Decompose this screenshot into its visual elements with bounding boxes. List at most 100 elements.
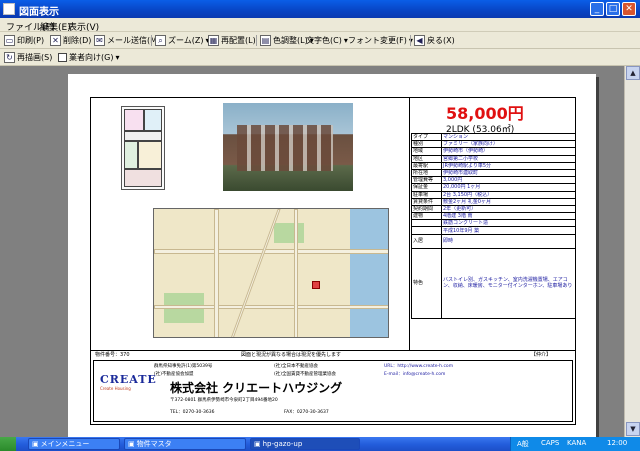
spec-key bbox=[411, 219, 442, 228]
spec-value: 宮郷第二小学校 bbox=[441, 154, 576, 163]
table-row: 保証金 20,000円 1ヶ月 bbox=[411, 183, 576, 192]
association-3: (社)全国賃貸不動産管理業協会 bbox=[274, 372, 337, 377]
disclaimer: 図面と現況が異なる場合は現況を優先します bbox=[241, 352, 342, 358]
license-number: 群馬県知事免許(1)第5039号 bbox=[154, 364, 213, 369]
spec-value: 鉄筋コンクリート造 bbox=[441, 219, 576, 228]
table-row: 平成10年9月 築 bbox=[411, 226, 576, 235]
spec-key: 特色 bbox=[411, 247, 442, 319]
app-icon: ▣ bbox=[32, 440, 39, 448]
spec-key: 入居 bbox=[411, 233, 442, 249]
property-number: 物件番号：370 bbox=[95, 352, 130, 358]
redraw-button[interactable]: ↻ 再描画(S) bbox=[4, 51, 52, 64]
relayout-icon: ▦ bbox=[208, 35, 219, 46]
vertical-scrollbar[interactable]: ▲ ▼ bbox=[624, 66, 640, 437]
task-main-menu[interactable]: ▣ メインメニュー bbox=[28, 438, 120, 450]
app-icon bbox=[3, 3, 15, 15]
clock: 12:00 bbox=[607, 439, 628, 447]
company-email[interactable]: E-mail：info@create-h.com bbox=[384, 371, 445, 377]
ime-indicator[interactable]: A般 bbox=[517, 439, 529, 449]
location-map bbox=[153, 208, 389, 338]
table-row: 賃貸条件 敷金2ヶ月 礼金0ヶ月 bbox=[411, 197, 576, 206]
checkbox-icon[interactable] bbox=[58, 53, 67, 62]
table-row: 契約期間 2年（更新可） bbox=[411, 204, 576, 214]
floor-plan-image bbox=[121, 106, 165, 190]
main-toolbar: ▭印刷(P) ✕削除(D) ✉メール送信(M) ⌕ズーム(Z)▾ ▦再配置(L)… bbox=[0, 32, 640, 49]
company-fax: FAX：0270-30-3637 bbox=[284, 410, 329, 415]
listing-sheet: 58,000円 2LDK (53.06㎡) タイプ マンション 種別 ファミリー（家… bbox=[90, 97, 576, 425]
spec-key: 保証金 bbox=[411, 183, 442, 192]
table-row: 地区 宮郷第二小学校 bbox=[411, 154, 576, 163]
table-row: 建物 4階建 3階 南 bbox=[411, 212, 576, 221]
spec-key: 賃貸条件 bbox=[411, 197, 442, 206]
spec-value: JR伊勢崎駅より車5分 bbox=[441, 161, 576, 170]
toolbar-separator bbox=[410, 35, 411, 46]
property-location-marker bbox=[312, 281, 320, 289]
main-window: 図面表示 _ □ ✕ ファイル(F) 編集(E) 表示(V) ▭ 印刷(P) ✕ 削… bbox=[0, 0, 640, 437]
back-button[interactable]: ◀ 戻る(X) bbox=[414, 34, 455, 47]
back-icon: ◀ bbox=[414, 35, 425, 46]
spec-value: 4階建 3階 南 bbox=[441, 212, 576, 221]
taskbar: ▣ メインメニュー ▣ 物件マスタ ▣ hp-gazo-up A般 CAPS KANA… bbox=[0, 437, 640, 451]
transaction-type: 【仲介】 bbox=[531, 352, 552, 358]
secondary-toolbar: ↻ 再描画(S) 業者向け(G) ▾ bbox=[0, 49, 640, 66]
relayout-button[interactable]: ▦ 再配置(L) bbox=[208, 34, 256, 47]
table-row: 所在地 伊勢崎市連取町 bbox=[411, 168, 576, 178]
spec-key: 地域 bbox=[411, 147, 442, 156]
start-button[interactable] bbox=[0, 437, 16, 451]
scroll-up-icon[interactable]: ▲ bbox=[626, 66, 640, 80]
spec-key: 地区 bbox=[411, 154, 442, 163]
title-bar[interactable]: 図面表示 _ □ ✕ bbox=[0, 0, 640, 18]
table-row: 管理費等 3,000円 bbox=[411, 176, 576, 185]
system-tray: A般 CAPS KANA 12:00 bbox=[510, 437, 640, 451]
spec-table: タイプ マンション 種別 ファミリー（家族向け） 地域 伊勢崎市（伊勢崎） 地区 宮郷第… bbox=[411, 132, 576, 319]
spec-key: 管理費等 bbox=[411, 176, 442, 185]
spec-value: 平成10年9月 築 bbox=[441, 226, 576, 235]
app-icon: ▣ bbox=[128, 440, 135, 448]
table-row: 種別 ファミリー（家族向け） bbox=[411, 140, 576, 149]
company-url[interactable]: URL：http://www.create-h.com bbox=[384, 363, 453, 369]
task-property-master[interactable]: ▣ 物件マスタ bbox=[124, 438, 246, 450]
table-row: 鉄筋コンクリート造 bbox=[411, 219, 576, 228]
close-button[interactable]: ✕ bbox=[622, 2, 636, 16]
minimize-button[interactable]: _ bbox=[590, 2, 604, 16]
company-logo: CREATE Create Housing bbox=[100, 373, 157, 391]
table-row: 特色 バストイレ別、ガスキッチン、室内洗濯機置場、エアコン、収納、床暖房、モニター… bbox=[411, 247, 576, 319]
spec-key: タイプ bbox=[411, 132, 442, 142]
printer-icon: ▭ bbox=[4, 35, 15, 46]
font-change-button[interactable]: フォント変更(F)▾ bbox=[348, 34, 413, 47]
chevron-down-icon[interactable]: ▾ bbox=[115, 53, 119, 62]
delete-icon: ✕ bbox=[50, 35, 61, 46]
caps-indicator: CAPS bbox=[541, 439, 560, 447]
table-row: 入居 即時 bbox=[411, 233, 576, 249]
color-icon: ▤ bbox=[260, 35, 271, 46]
menu-bar: ファイル(F) 編集(E) 表示(V) bbox=[0, 18, 640, 33]
spec-value: 20,000円 1ヶ月 bbox=[441, 183, 576, 192]
spec-value: 2台 3,150円（税込） bbox=[441, 190, 576, 199]
redraw-icon: ↻ bbox=[4, 52, 15, 63]
window-title: 図面表示 bbox=[19, 7, 59, 18]
toolbar-separator bbox=[151, 35, 152, 46]
print-button[interactable]: ▭ 印刷(P) bbox=[4, 34, 44, 47]
spec-key bbox=[411, 226, 442, 235]
company-footer: 群馬県知事免許(1)第5039号 (社)不動産協会加盟 (社)全日本不動産協会 … bbox=[93, 360, 573, 422]
table-row: タイプ マンション bbox=[411, 132, 576, 142]
divider bbox=[409, 98, 410, 350]
spec-value: 伊勢崎市（伊勢崎） bbox=[441, 147, 576, 156]
delete-button[interactable]: ✕ 削除(D) bbox=[50, 34, 91, 47]
association-2: (社)全日本不動産協会 bbox=[274, 364, 319, 369]
company-name: 株式会社 クリエートハウジング bbox=[170, 381, 343, 395]
rent-price: 58,000円 bbox=[446, 104, 524, 123]
table-row: 駐車場 2台 3,150円（税込） bbox=[411, 190, 576, 199]
scroll-down-icon[interactable]: ▼ bbox=[626, 422, 640, 436]
maximize-button[interactable]: □ bbox=[606, 2, 620, 16]
spec-key: 駐車場 bbox=[411, 190, 442, 199]
table-row: 最寄駅 JR伊勢崎駅より車5分 bbox=[411, 161, 576, 170]
spec-value: バストイレ別、ガスキッチン、室内洗濯機置場、エアコン、収納、床暖房、モニター付イ… bbox=[441, 247, 576, 319]
task-hp-gazo-up[interactable]: ▣ hp-gazo-up bbox=[250, 438, 360, 450]
zoom-button[interactable]: ⌕ズーム(Z)▾ bbox=[155, 34, 210, 47]
spec-value: マンション bbox=[441, 132, 576, 142]
for-agents-toggle[interactable]: 業者向け(G) ▾ bbox=[58, 51, 119, 64]
folder-icon: ▣ bbox=[254, 440, 261, 448]
mail-icon: ✉ bbox=[94, 35, 105, 46]
font-color-button[interactable]: 文字色(C) ▾ bbox=[306, 34, 348, 47]
